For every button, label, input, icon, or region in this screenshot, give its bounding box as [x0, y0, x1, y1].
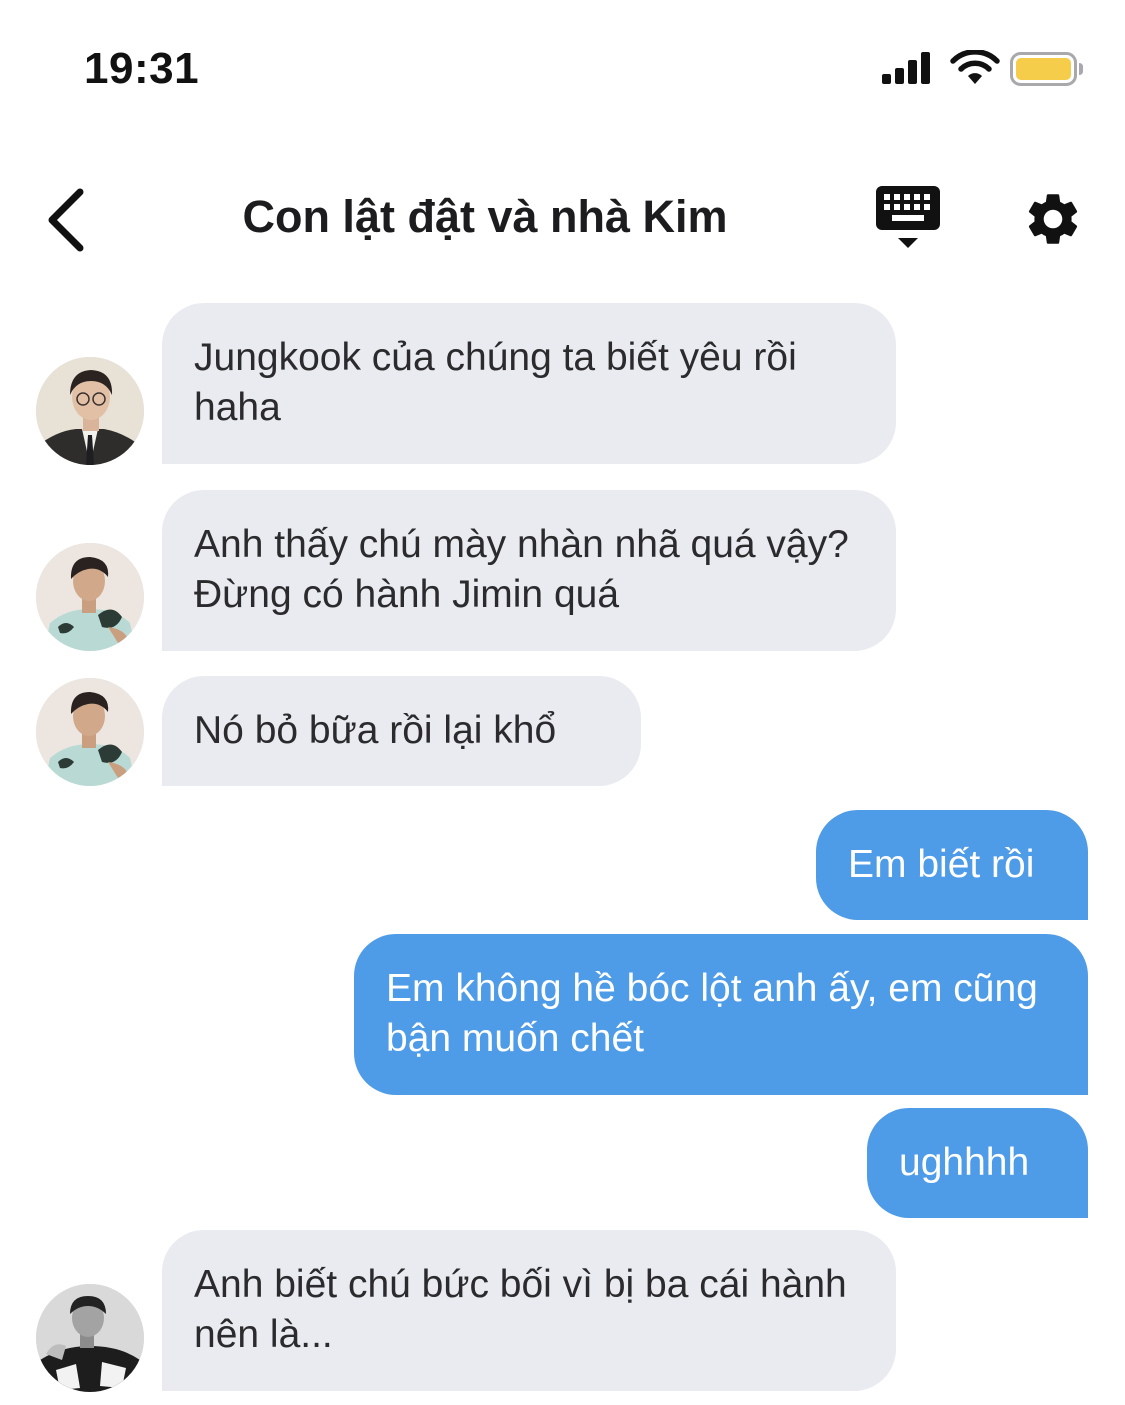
message-bubble: Anh thấy chú mày nhàn nhã quá vậy? Đừng …: [162, 490, 896, 651]
status-time: 19:31: [84, 44, 200, 93]
message-text: Jungkook của chúng ta biết yêu rồi haha: [194, 336, 797, 429]
message-text: Em không hề bóc lột anh ấy, em cũng bận …: [386, 967, 1038, 1060]
message-bubble: Jungkook của chúng ta biết yêu rồi haha: [162, 303, 896, 464]
chat-title: Con lật đật và nhà Kim: [242, 191, 728, 242]
avatar-v[interactable]: [36, 678, 144, 786]
message-text: Anh thấy chú mày nhàn nhã quá vậy? Đừng …: [194, 523, 849, 616]
chat-screen: 19:31 Con lật đật và nhà Kim Jungkook củ…: [0, 0, 1125, 1405]
keyboard-icon[interactable]: [874, 184, 944, 252]
battery-icon: [1010, 52, 1083, 86]
message-text: Anh biết chú bức bối vì bị ba cái hành n…: [194, 1263, 847, 1356]
gear-icon[interactable]: [1022, 188, 1084, 250]
avatar-v[interactable]: [36, 543, 144, 651]
message-text: ughhhh: [899, 1141, 1030, 1184]
back-chevron-icon[interactable]: [40, 182, 96, 254]
message-bubble: Nó bỏ bữa rồi lại khổ: [162, 676, 641, 786]
avatar-rm[interactable]: [36, 1284, 144, 1392]
message-bubble-outgoing: Em không hề bóc lột anh ấy, em cũng bận …: [354, 934, 1088, 1095]
chat-header: Con lật đật và nhà Kim: [0, 170, 1125, 266]
avatar-jin[interactable]: [36, 357, 144, 465]
wifi-icon: [950, 50, 1000, 84]
message-text: Em biết rồi: [848, 843, 1035, 886]
signal-icon: [882, 52, 930, 84]
message-text: Nó bỏ bữa rồi lại khổ: [194, 709, 557, 752]
message-bubble: Anh biết chú bức bối vì bị ba cái hành n…: [162, 1230, 896, 1391]
message-bubble-outgoing: Em biết rồi: [816, 810, 1088, 920]
message-bubble-outgoing: ughhhh: [867, 1108, 1088, 1218]
